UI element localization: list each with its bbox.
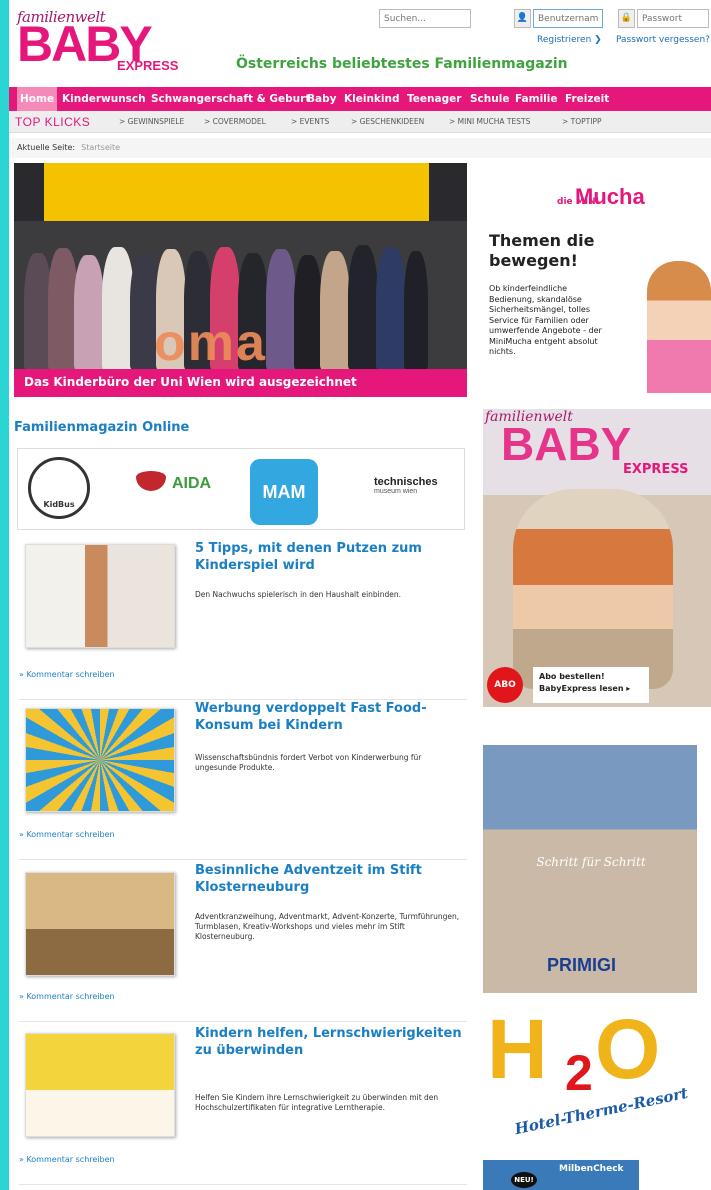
article-item: Kindern helfen, Lernschwierigkeiten zu ü… [19,1025,467,1185]
article-item: Besinnliche Adventzeit im Stift Klostern… [19,862,467,1022]
milbencheck-text: MilbenCheck [559,1164,624,1174]
nav-item-kinderwunsch[interactable]: Kinderwunsch [62,87,146,111]
kidbus-logo[interactable]: KidBus [28,457,90,519]
article-title[interactable]: Besinnliche Adventzeit im Stift Klostern… [195,862,463,896]
username-input[interactable] [533,9,603,28]
forgot-password-link[interactable]: Passwort vergessen? [616,35,710,45]
mini-mucha-ad[interactable]: die MINI Mucha Themen die bewegen! Ob ki… [475,163,711,397]
article-title[interactable]: 5 Tipps, mit denen Putzen zum Kinderspie… [195,540,463,574]
h2o-logo-o: O [595,1002,661,1096]
h2o-logo-2: 2 [565,1045,593,1101]
tm-logo-line2: museum wien [374,488,418,495]
search-input[interactable] [379,9,471,28]
top-link-mini-mucha-tests[interactable]: > MINI MUCHA TESTS [449,117,530,126]
magazine-logo: BABY [501,418,632,470]
mucha-logo: Mucha [575,184,645,209]
section-title: Familienmagazin Online [14,420,190,435]
aida-lips-icon [136,471,166,491]
article-thumbnail[interactable] [25,872,175,976]
abo-cta[interactable]: Abo bestellen! BabyExpress lesen ▸ [533,667,649,703]
partner-logos: KidBus AIDA MAM technisches museum wien [17,448,465,530]
mucha-text: Ob kinderfeindliche Bedienung, skandalös… [489,284,602,356]
top-link-gewinnspiele[interactable]: > GEWINNSPIELE [119,117,184,126]
logo-express-text: EXPRESS [117,58,179,73]
girl-with-magnifier-image [647,261,711,393]
comment-link[interactable]: » Kommentar schreiben [19,1155,115,1164]
password-input[interactable] [637,9,709,28]
mucha-headline: Themen die bewegen! [489,231,595,270]
article-title[interactable]: Kindern helfen, Lernschwierigkeiten zu ü… [195,1025,463,1059]
top-klicks-bar: TOP KLICKS > GEWINNSPIELE > COVERMODEL >… [9,111,711,133]
article-thumbnail[interactable] [25,708,175,812]
h2o-logo-h: H [487,1002,548,1096]
hero-stage-text: oma [154,314,267,372]
comment-link[interactable]: » Kommentar schreiben [19,992,115,1001]
babyexpress-magazine-ad[interactable]: familienwelt BABY EXPRESS ABO Abo bestel… [483,409,711,707]
article-thumbnail[interactable] [25,1033,175,1137]
nav-item-teenager[interactable]: Teenager [407,87,461,111]
article-title[interactable]: Werbung verdoppelt Fast Food-Konsum bei … [195,700,463,734]
comment-link[interactable]: » Kommentar schreiben [19,670,115,679]
breadcrumb: Aktuelle Seite: Startseite [9,138,711,158]
top-klicks-label: TOP KLICKS [15,115,91,129]
top-link-toptipp[interactable]: > TOPTIPP [562,117,602,126]
nav-item-kleinkind[interactable]: Kleinkind [344,87,400,111]
article-item: 5 Tipps, mit denen Putzen zum Kinderspie… [19,540,467,700]
breadcrumb-label: Aktuelle Seite: [17,143,76,152]
top-link-covermodel[interactable]: > COVERMODEL [204,117,266,126]
top-link-events[interactable]: > EVENTS [291,117,329,126]
breadcrumb-current[interactable]: Startseite [81,143,120,152]
article-teaser: Helfen Sie Kindern ihre Lernschwierigkei… [195,1093,439,1112]
h2o-resort-ad[interactable]: H 2 O Hotel-Therme-Resort [483,1004,711,1152]
top-link-geschenkideen[interactable]: > GESCHENKIDEEN [351,117,424,126]
page: familienwelt BABY EXPRESS Österreichs be… [9,0,711,1190]
abo-badge[interactable]: ABO [487,667,523,703]
hero-image[interactable]: oma Das Kinderbüro der Uni Wien wird aus… [14,163,467,397]
article-thumbnail[interactable] [25,544,175,648]
article-teaser: Den Nachwuchs spielerisch in den Haushal… [195,590,402,599]
article-teaser: Adventkranzweihung, Adventmarkt, Advent-… [195,912,460,941]
primigi-tagline: Schritt für Schritt [536,855,646,869]
tagline: Österreichs beliebtestes Familienmagazin [236,56,568,72]
article-item: Werbung verdoppelt Fast Food-Konsum bei … [19,700,467,860]
lock-icon: 🔒 [618,9,635,28]
nav-item-home[interactable]: Home [17,87,58,111]
nav-item-baby[interactable]: Baby [307,87,336,111]
mam-logo[interactable]: MAM [250,459,318,525]
milbencheck-ad[interactable]: NEU! MilbenCheck [483,1160,639,1190]
primigi-logo: PRIMIGI [547,955,617,975]
hero-caption[interactable]: Das Kinderbüro der Uni Wien wird ausgeze… [14,369,467,397]
abo-cta-line2: BabyExpress lesen ▸ [539,684,631,693]
primigi-ad[interactable]: Schritt für Schritt PRIMIGI [483,745,697,993]
user-icon: 👤 [514,9,531,28]
magazine-logo-express: EXPRESS [623,462,689,477]
register-link[interactable]: Registrieren ❯ [537,35,602,45]
nav-item-schwangerschaft[interactable]: Schwangerschaft & Geburt [151,87,310,111]
comment-link[interactable]: » Kommentar schreiben [19,830,115,839]
article-teaser: Wissenschaftsbündnis fordert Verbot von … [195,753,422,772]
nav-item-freizeit[interactable]: Freizeit [565,87,609,111]
hero-backdrop [44,163,429,221]
child-cover-image [513,489,673,689]
abo-cta-line1: Abo bestellen! [539,672,605,681]
new-badge: NEU! [511,1172,537,1188]
nav-item-familie[interactable]: Familie [515,87,558,111]
aida-logo[interactable]: AIDA [172,475,211,493]
nav-item-schule[interactable]: Schule [470,87,509,111]
technisches-museum-logo[interactable]: technisches museum wien [374,477,438,497]
main-nav: Home Kinderwunsch Schwangerschaft & Gebu… [9,87,711,111]
